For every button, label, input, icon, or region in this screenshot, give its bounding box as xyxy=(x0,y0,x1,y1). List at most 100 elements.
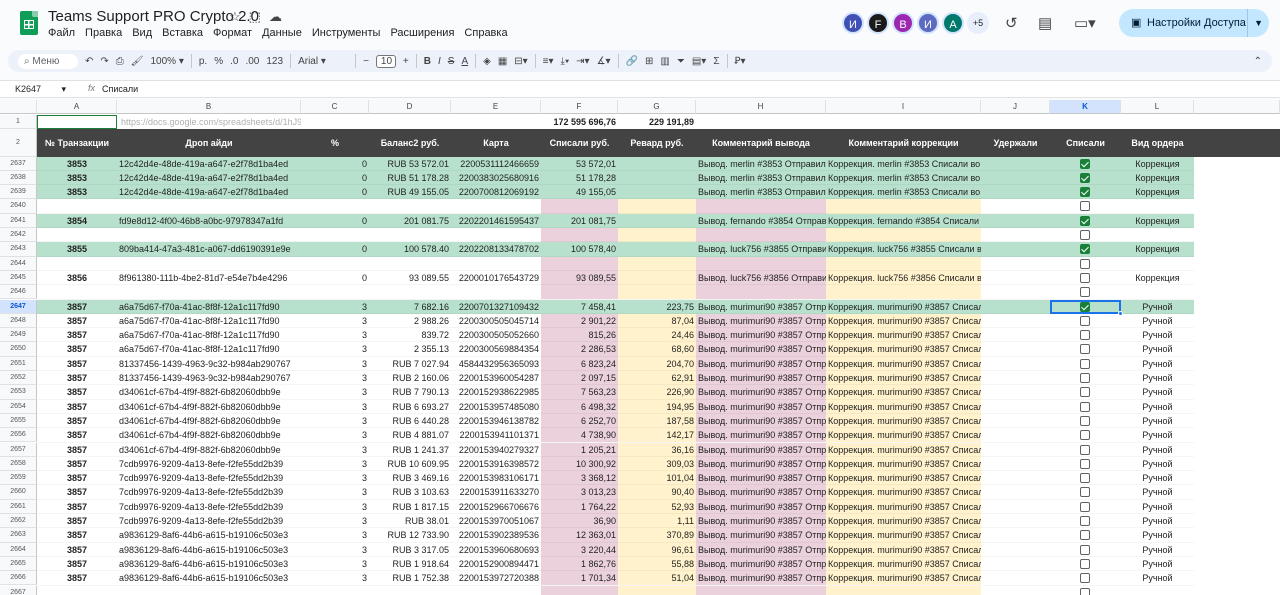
cell-cw[interactable]: Вывод. murimuri90 #3857 Отпр xyxy=(696,385,826,399)
cell-tx[interactable]: 3857 xyxy=(37,543,117,557)
cell-cc[interactable]: Коррекция. merlin #3853 Списали во xyxy=(826,157,981,171)
cell-rew[interactable]: 223,75 xyxy=(618,300,696,314)
cell-card[interactable]: 2200153941101371 xyxy=(451,428,541,442)
row-header[interactable]: 2656 xyxy=(0,428,37,443)
cell-cc[interactable]: Коррекция. murimuri90 #3857 Списал xyxy=(826,528,981,542)
sum-spisali-cell[interactable]: 172 595 696,76 xyxy=(541,115,618,129)
cell-card[interactable]: 2200153902389536 xyxy=(451,528,541,542)
cell-pct[interactable]: 3 xyxy=(301,314,369,328)
font-size-input[interactable]: 10 xyxy=(375,54,396,68)
sheets-logo-icon[interactable] xyxy=(20,11,38,35)
name-box-dropdown-icon[interactable]: ▾ xyxy=(62,84,67,94)
horizontal-align-icon[interactable]: ≡▾ xyxy=(543,56,554,67)
cell-cc[interactable]: Коррекция. murimuri90 #3857 Списал xyxy=(826,357,981,371)
cell-type[interactable]: Ручной xyxy=(1121,457,1194,471)
move-to-folder-icon[interactable]: ⬚ xyxy=(249,9,261,25)
cell-bal[interactable]: 201 081.75 xyxy=(369,214,451,228)
row-header[interactable]: 2642 xyxy=(0,228,37,243)
row-header[interactable]: 2639 xyxy=(0,185,37,200)
number-format-button[interactable]: 123 xyxy=(266,56,283,67)
checkbox[interactable] xyxy=(1080,501,1090,512)
cell-card[interactable]: 2200153970051067 xyxy=(451,514,541,528)
cell-bal[interactable]: RUB 6 440.28 xyxy=(369,414,451,428)
cell-bal[interactable]: 2 988.26 xyxy=(369,314,451,328)
zoom-select[interactable]: 100% ▾ xyxy=(150,56,183,67)
cell-cw[interactable]: Вывод. murimuri90 #3857 Отпр xyxy=(696,457,826,471)
cell-cc[interactable]: Коррекция. murimuri90 #3857 Списал xyxy=(826,543,981,557)
cell-cw[interactable]: Вывод. luck756 #3856 Отправи xyxy=(696,271,826,285)
cell-cw[interactable]: Вывод. murimuri90 #3857 Отпр xyxy=(696,528,826,542)
row-header[interactable]: 2658 xyxy=(0,456,37,472)
meet-icon[interactable]: ▭▾ xyxy=(1074,14,1096,32)
cell-drop[interactable]: 12c42d4e-48de-419a-a647-e2f78d1ba4ed xyxy=(117,157,301,171)
cell-pct[interactable]: 3 xyxy=(301,342,369,356)
cell-sp[interactable]: 2 097,15 xyxy=(541,371,618,385)
cell-cw[interactable]: Вывод. murimuri90 #3857 Отпр xyxy=(696,514,826,528)
cell-rew[interactable]: 1,11 xyxy=(618,514,696,528)
cell-pct[interactable]: 0 xyxy=(301,214,369,228)
cell-pct[interactable]: 0 xyxy=(301,171,369,185)
cell-sp[interactable]: 51 178,28 xyxy=(541,171,618,185)
checkbox[interactable] xyxy=(1080,458,1090,469)
cell-sp[interactable]: 10 300,92 xyxy=(541,457,618,471)
document-title[interactable]: Teams Support PRO Crypto 2.0 xyxy=(48,8,259,25)
row-header[interactable]: 2643 xyxy=(0,242,37,257)
checkbox[interactable] xyxy=(1080,330,1090,341)
undo-icon[interactable]: ↶ xyxy=(85,56,93,67)
cell-type[interactable]: Ручной xyxy=(1121,557,1194,571)
vertical-align-icon[interactable]: ⤓▾ xyxy=(561,56,570,67)
cell-pct[interactable]: 3 xyxy=(301,485,369,499)
text-wrap-icon[interactable]: ⇥▾ xyxy=(576,56,589,67)
cell-tx[interactable]: 3853 xyxy=(37,171,117,185)
row-header[interactable]: 2 xyxy=(0,129,37,157)
cell-sp[interactable]: 2 286,53 xyxy=(541,342,618,356)
cell-card[interactable]: 2200701327109432 xyxy=(451,300,541,314)
cell-card[interactable]: 2200300505052660 xyxy=(451,328,541,342)
checkbox[interactable] xyxy=(1080,516,1090,526)
menu-item[interactable]: Вставка xyxy=(162,27,203,39)
cell-type[interactable]: Коррекция xyxy=(1121,214,1194,228)
cell-rew[interactable]: 51,04 xyxy=(618,571,696,585)
cell-card[interactable]: 2200153940279327 xyxy=(451,443,541,457)
cell-drop[interactable]: a9836129-8af6-44b6-a615-b19106c503e3 xyxy=(117,528,301,542)
cell-card[interactable]: 2202208133478702 xyxy=(451,242,541,256)
cell-type[interactable]: Ручной xyxy=(1121,471,1194,485)
cell-pct[interactable]: 3 xyxy=(301,471,369,485)
menu-item[interactable]: Файл xyxy=(48,27,75,39)
cell-card[interactable]: 2200153916398572 xyxy=(451,457,541,471)
cell-cw[interactable]: Вывод. merlin #3853 Отправил xyxy=(696,185,826,199)
cell-drop[interactable]: a9836129-8af6-44b6-a615-b19106c503e3 xyxy=(117,543,301,557)
cell-card[interactable]: 2200300505045714 xyxy=(451,314,541,328)
cell-cw[interactable]: Вывод. murimuri90 #3857 Отпр xyxy=(696,371,826,385)
fill-handle[interactable] xyxy=(1118,310,1123,316)
cell-cw[interactable]: Вывод. murimuri90 #3857 Отпр xyxy=(696,428,826,442)
cell-drop[interactable]: a6a75d67-f70a-41ac-8f8f-12a1c117fd90 xyxy=(117,314,301,328)
cell-drop[interactable]: 7cdb9976-9209-4a13-8efe-f2fe55dd2b39 xyxy=(117,485,301,499)
cell-type[interactable]: Ручной xyxy=(1121,314,1194,328)
cell-pct[interactable]: 3 xyxy=(301,557,369,571)
cell-card[interactable]: 4584432956365093 xyxy=(451,357,541,371)
checkbox[interactable] xyxy=(1080,387,1090,398)
cell-cc[interactable]: Коррекция. murimuri90 #3857 Списал xyxy=(826,385,981,399)
cell-type[interactable]: Коррекция xyxy=(1121,157,1194,171)
cell-bal[interactable]: RUB 12 733.90 xyxy=(369,528,451,542)
checkbox[interactable] xyxy=(1080,573,1090,584)
cell-bal[interactable]: RUB 51 178.28 xyxy=(369,171,451,185)
row-header[interactable]: 2638 xyxy=(0,170,37,186)
bold-button[interactable]: B xyxy=(424,56,431,67)
table-header-cell[interactable]: Комментарий коррекции xyxy=(826,129,981,157)
borders-icon[interactable]: ▦ xyxy=(498,56,507,67)
column-header-d[interactable]: D xyxy=(369,100,451,114)
cell-card[interactable]: 2200383025680916 xyxy=(451,171,541,185)
cell-pct[interactable]: 3 xyxy=(301,371,369,385)
cell-type[interactable]: Ручной xyxy=(1121,543,1194,557)
cell-cw[interactable]: Вывод. murimuri90 #3857 Отпр xyxy=(696,471,826,485)
cell-rew[interactable]: 370,89 xyxy=(618,528,696,542)
checkbox[interactable] xyxy=(1080,415,1090,426)
cell-card[interactable]: 2200152900894471 xyxy=(451,557,541,571)
cell-cc[interactable]: Коррекция. merlin #3853 Списали во xyxy=(826,171,981,185)
cell-drop[interactable]: d34061cf-67b4-4f9f-882f-6b82060dbb9e xyxy=(117,428,301,442)
table-header-cell[interactable]: Комментарий вывода xyxy=(696,129,826,157)
cell-cc[interactable]: Коррекция. murimuri90 #3857 Списал xyxy=(826,300,981,314)
cell-rew[interactable]: 87,04 xyxy=(618,314,696,328)
